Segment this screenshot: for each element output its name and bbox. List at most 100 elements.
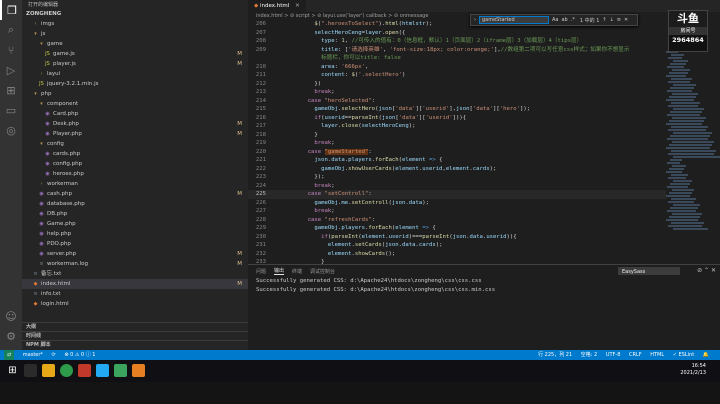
task-view-icon[interactable]: [24, 364, 37, 377]
app-icon[interactable]: [78, 364, 91, 377]
code-line[interactable]: 222 gameObj.showUserCards(element.userid…: [248, 165, 666, 174]
encoding[interactable]: UTF-8: [606, 352, 621, 358]
app-icon[interactable]: [114, 364, 127, 377]
line-ending[interactable]: CRLF: [629, 352, 642, 358]
code-line[interactable]: 216 if(userid==parseInt(json['data']['us…: [248, 114, 666, 123]
clock[interactable]: 16:54 2021/2/13: [680, 363, 706, 377]
panel-tab[interactable]: 终端: [292, 268, 302, 275]
maximize-icon[interactable]: ⌃: [704, 267, 709, 274]
eslint-status[interactable]: ✓ ESLint: [673, 352, 694, 358]
code-line[interactable]: 225 case "setControll":: [248, 190, 666, 199]
tree-item[interactable]: ▾ component: [22, 99, 248, 109]
find-input[interactable]: [479, 16, 549, 24]
code-line[interactable]: 220 case "gameStarted":: [248, 148, 666, 157]
npm-scripts-section[interactable]: NPM 脚本: [22, 340, 248, 348]
code-line[interactable]: 207 selectHeroCeng=layer.open({: [248, 29, 666, 38]
code-line[interactable]: 211 content: $('.selectHero'): [248, 71, 666, 80]
tree-item[interactable]: ◉ cash.php M: [22, 189, 248, 199]
code-line[interactable]: 214 case "heroSelected":: [248, 97, 666, 106]
tree-item[interactable]: ◉ Card.php: [22, 109, 248, 119]
tree-item[interactable]: ◉ server.php M: [22, 249, 248, 259]
panel-tab[interactable]: 问题: [256, 268, 266, 275]
close-icon[interactable]: ✕: [295, 3, 300, 9]
code-line[interactable]: 217 layer.close(selectHeroCeng);: [248, 122, 666, 131]
code-line[interactable]: 210 area: '666px',: [248, 63, 666, 72]
tree-item[interactable]: ◉ help.php: [22, 229, 248, 239]
code-line[interactable]: 221 json.data.players.forEach(element =>…: [248, 156, 666, 165]
git-branch[interactable]: master*: [23, 352, 43, 358]
language-mode[interactable]: HTML: [650, 352, 664, 358]
chrome-icon[interactable]: [60, 364, 73, 377]
tree-item[interactable]: ◉ database.php: [22, 199, 248, 209]
selection-icon[interactable]: ≡: [617, 17, 621, 23]
tree-item[interactable]: ◉ DB.php: [22, 209, 248, 219]
code-line[interactable]: 218 }: [248, 131, 666, 140]
extensions-icon[interactable]: ⊞: [0, 80, 22, 100]
open-editors-header[interactable]: 打开的编辑器: [22, 0, 248, 10]
tree-item[interactable]: JS game.js M: [22, 49, 248, 59]
bell-icon[interactable]: 🔔: [703, 352, 709, 358]
account-icon[interactable]: ☺: [0, 306, 22, 326]
panel-tab[interactable]: 输出: [274, 267, 285, 275]
source-control-icon[interactable]: ⑂: [0, 40, 22, 60]
tree-item[interactable]: › layui: [22, 69, 248, 79]
problems-count[interactable]: ⊗ 0 ⚠ 0 ⓘ 1: [64, 352, 95, 358]
remote-indicator[interactable]: ⇄: [4, 350, 15, 360]
tree-item[interactable]: ◉ Desk.php M: [22, 119, 248, 129]
code-line[interactable]: 219 break;: [248, 139, 666, 148]
close-icon[interactable]: ✕: [711, 267, 716, 274]
tree-item[interactable]: ◉ PDO.php: [22, 239, 248, 249]
tree-item[interactable]: ▾ game: [22, 39, 248, 49]
tree-item[interactable]: ◉ config.php: [22, 159, 248, 169]
minimap[interactable]: [666, 50, 720, 264]
tab-index-html[interactable]: ◆ index.html ✕: [248, 0, 306, 12]
timeline-section[interactable]: 时间线: [22, 331, 248, 339]
file-explorer-icon[interactable]: [42, 364, 55, 377]
code-line[interactable]: 212 }): [248, 80, 666, 89]
whole-word-button[interactable]: ab: [561, 17, 567, 23]
tree-item[interactable]: ◉ cards.php: [22, 149, 248, 159]
tree-item[interactable]: JS player.js M: [22, 59, 248, 69]
code-editor[interactable]: 206 $(".heroesToSelect").html(htmlstr); 2…: [248, 20, 666, 264]
obs-icon[interactable]: [132, 364, 145, 377]
close-icon[interactable]: ✕: [624, 17, 628, 23]
tree-item[interactable]: ◉ Game.php: [22, 219, 248, 229]
vscode-icon[interactable]: [96, 364, 109, 377]
code-line[interactable]: 232 element.showCards();: [248, 250, 666, 259]
tree-item[interactable]: ▾ php: [22, 89, 248, 99]
gear-icon[interactable]: ⚙: [0, 326, 22, 346]
tree-item[interactable]: ▾ js: [22, 29, 248, 39]
code-line[interactable]: 229 gameObj.players.forEach(element => {: [248, 224, 666, 233]
code-line[interactable]: 215 gameObj.selectHero(json['data']['use…: [248, 105, 666, 114]
tree-item[interactable]: › imgs: [22, 19, 248, 29]
panel-tab[interactable]: 调试控制台: [310, 268, 335, 275]
code-line[interactable]: 227 break;: [248, 207, 666, 216]
workspace-root[interactable]: ZONGHENG: [22, 10, 248, 19]
sync-icon[interactable]: ⟳: [52, 352, 56, 358]
code-line[interactable]: 223 });: [248, 173, 666, 182]
code-line[interactable]: 208 type: 1, //可传入的值有：0（信息框，默认）1（页面层）2（i…: [248, 37, 666, 46]
windows-start-icon[interactable]: ⊞: [6, 364, 19, 377]
match-case-button[interactable]: Aa: [552, 17, 558, 23]
tree-item[interactable]: ▾ config: [22, 139, 248, 149]
code-line[interactable]: 209 title: ['请选择英雄', 'font-size:18px; co…: [248, 46, 666, 55]
chevron-right-icon[interactable]: ›: [474, 17, 476, 23]
code-line[interactable]: 标题栏，你可以title: false: [248, 54, 666, 63]
cursor-position[interactable]: 行 225，列 21: [538, 352, 572, 358]
debug-icon[interactable]: ▷: [0, 60, 22, 80]
tree-item[interactable]: › workerman: [22, 179, 248, 189]
code-line[interactable]: 228 case "refreshCards":: [248, 216, 666, 225]
code-line[interactable]: 226 gameObj.me.setControll(json.data);: [248, 199, 666, 208]
globe-icon[interactable]: ◎: [0, 120, 22, 140]
clear-output-icon[interactable]: ⊘: [697, 267, 702, 274]
arrow-up-icon[interactable]: ↑: [602, 17, 606, 23]
code-line[interactable]: 213 break;: [248, 88, 666, 97]
explorer-icon[interactable]: ❐: [0, 0, 22, 20]
tree-item[interactable]: ≡ info.txt: [22, 289, 248, 299]
tree-item[interactable]: ◉ Player.php M: [22, 129, 248, 139]
tree-item[interactable]: ◆ index.html M: [22, 279, 248, 289]
code-line[interactable]: 224 break;: [248, 182, 666, 191]
code-line[interactable]: 231 element.setCards(json.data.cards);: [248, 241, 666, 250]
tree-item[interactable]: ≡ 备忘.txt: [22, 269, 248, 279]
output-channel-select[interactable]: EasySass: [618, 267, 680, 275]
